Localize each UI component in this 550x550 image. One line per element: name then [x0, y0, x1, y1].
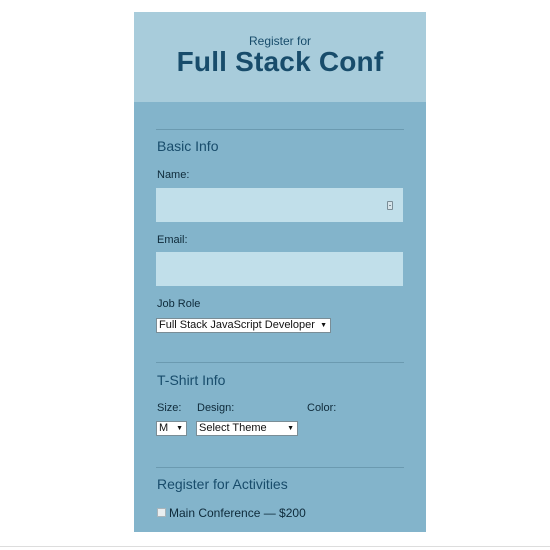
- autofill-card-icon[interactable]: [387, 201, 393, 210]
- page: Register for Full Stack Conf Basic Info …: [0, 0, 550, 550]
- email-field[interactable]: [156, 252, 403, 286]
- tshirt-info-heading: T-Shirt Info: [157, 372, 226, 388]
- activities-heading: Register for Activities: [157, 476, 288, 492]
- email-label: Email:: [157, 234, 188, 246]
- section-divider: [156, 129, 404, 130]
- basic-info-heading: Basic Info: [157, 138, 219, 154]
- section-divider: [156, 362, 404, 363]
- size-select[interactable]: M ▼: [156, 421, 187, 436]
- design-label: Design:: [197, 402, 235, 414]
- chevron-down-icon: ▼: [320, 322, 327, 329]
- size-label: Size:: [157, 402, 182, 414]
- job-role-select[interactable]: Full Stack JavaScript Developer ▼: [156, 318, 331, 333]
- page-title: Full Stack Conf: [176, 46, 384, 77]
- page-bottom-divider: [0, 546, 550, 547]
- color-label: Color:: [307, 402, 337, 414]
- chevron-down-icon: ▼: [176, 425, 183, 432]
- main-conference-label[interactable]: Main Conference — $200: [169, 506, 306, 520]
- registration-card: Register for Full Stack Conf Basic Info …: [134, 12, 426, 532]
- design-select[interactable]: Select Theme ▼: [196, 421, 298, 436]
- section-divider: [156, 467, 404, 468]
- main-conference-checkbox[interactable]: [157, 508, 166, 517]
- job-role-label: Job Role: [157, 298, 201, 310]
- name-field[interactable]: [156, 188, 403, 222]
- name-label: Name:: [157, 169, 190, 181]
- job-role-selected-value: Full Stack JavaScript Developer: [159, 319, 315, 331]
- size-selected-value: M: [159, 422, 169, 434]
- chevron-down-icon: ▼: [287, 425, 294, 432]
- design-selected-value: Select Theme: [199, 422, 267, 434]
- header: Register for Full Stack Conf: [134, 12, 426, 102]
